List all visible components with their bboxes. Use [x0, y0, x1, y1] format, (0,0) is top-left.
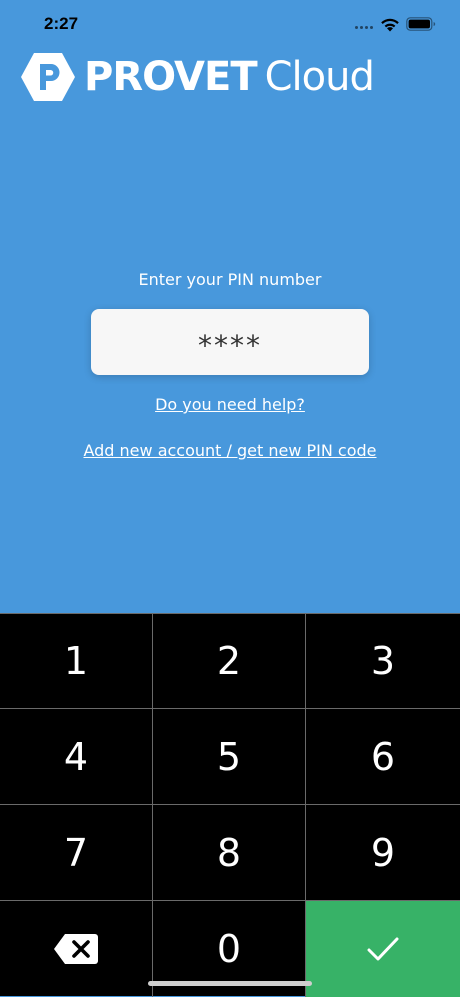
- key-2[interactable]: 2: [153, 614, 306, 709]
- key-7[interactable]: 7: [0, 805, 153, 901]
- help-link[interactable]: Do you need help?: [0, 395, 460, 414]
- signal-icon: [355, 26, 373, 29]
- check-icon: [367, 937, 399, 961]
- confirm-button[interactable]: [306, 901, 460, 997]
- status-bar: 2:27: [0, 0, 460, 50]
- provet-cloud-logo: PROVET Cloud: [20, 52, 375, 102]
- backspace-button[interactable]: [0, 901, 153, 997]
- wifi-icon: [381, 18, 399, 32]
- logo-brand-light: Cloud: [264, 54, 375, 100]
- status-time: 2:27: [44, 14, 79, 33]
- key-6[interactable]: 6: [306, 709, 460, 805]
- key-4[interactable]: 4: [0, 709, 153, 805]
- logo-text: PROVET Cloud: [84, 53, 375, 101]
- pin-prompt: Enter your PIN number: [138, 270, 322, 289]
- provet-logo-icon: [21, 53, 75, 101]
- key-8[interactable]: 8: [153, 805, 306, 901]
- key-9[interactable]: 9: [306, 805, 460, 901]
- add-account-link[interactable]: Add new account / get new PIN code: [0, 441, 460, 460]
- home-indicator: [148, 981, 312, 986]
- logo-brand-bold: PROVET: [84, 54, 258, 100]
- key-5[interactable]: 5: [153, 709, 306, 805]
- key-1[interactable]: 1: [0, 614, 153, 709]
- backspace-icon: [54, 934, 98, 964]
- key-3[interactable]: 3: [306, 614, 460, 709]
- numeric-keypad: 1 2 3 4 5 6 7 8 9 0: [0, 613, 460, 997]
- pin-input[interactable]: ****: [91, 309, 369, 375]
- battery-icon: [406, 17, 436, 31]
